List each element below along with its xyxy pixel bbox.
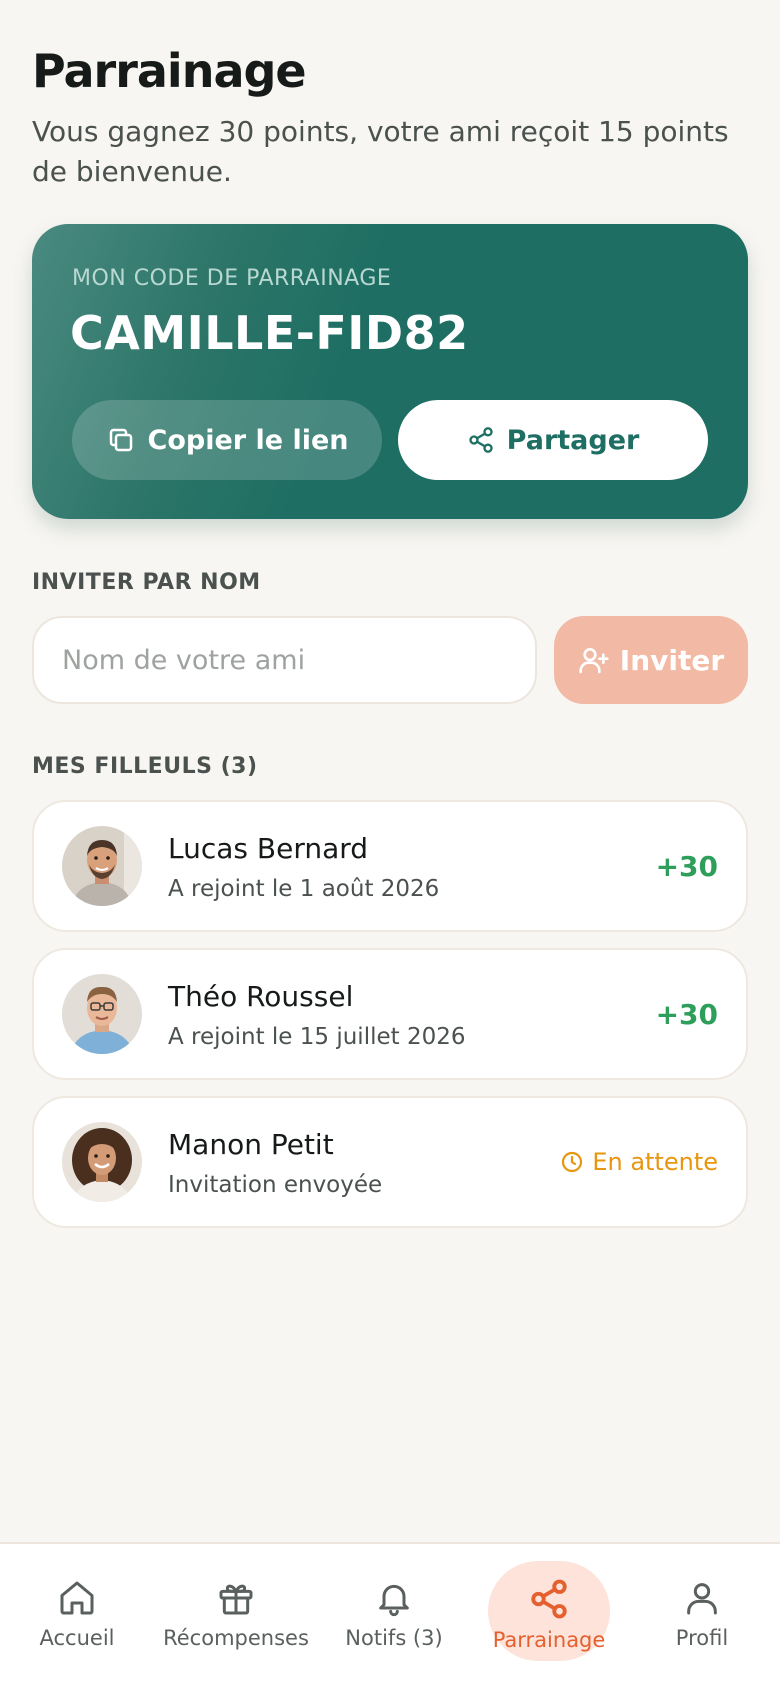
share-label: Partager [506, 424, 640, 456]
invite-button[interactable]: Inviter [554, 616, 748, 704]
home-icon [57, 1578, 97, 1618]
invite-button-label: Inviter [619, 643, 725, 677]
nav-label: Parrainage [492, 1628, 606, 1652]
referral-subtitle: A rejoint le 1 août 2026 [168, 876, 440, 902]
referral-name: Lucas Bernard [168, 832, 369, 865]
nav-item-accueil[interactable]: Accueil [22, 1544, 132, 1664]
nav-item-notifs[interactable]: Notifs (3) [334, 1544, 454, 1664]
referral-code-card: MON CODE DE PARRAINAGE CAMILLE-FID82 Cop… [32, 224, 748, 519]
bottom-nav: Accueil Récompenses Notifs (3) Parrainag… [0, 1542, 780, 1688]
nav-item-profil[interactable]: Profil [652, 1544, 752, 1664]
referral-name: Manon Petit [168, 1128, 334, 1161]
nav-label: Accueil [39, 1626, 115, 1650]
invite-section-label: INVITER PAR NOM [32, 570, 261, 595]
referral-screen: Parrainage Vous gagnez 30 points, votre … [0, 0, 780, 1688]
share-icon [528, 1578, 570, 1620]
referral-item[interactable]: Manon Petit Invitation envoyée En attent… [32, 1096, 748, 1228]
user-plus-icon [578, 644, 610, 676]
page-subtitle: Vous gagnez 30 points, votre ami reçoit … [32, 115, 729, 188]
share-icon [467, 426, 495, 454]
copy-link-button[interactable]: Copier le lien [72, 400, 382, 480]
referral-subtitle: A rejoint le 15 juillet 2026 [168, 1024, 466, 1050]
referral-points-badge: +30 [655, 850, 718, 883]
copy-icon [106, 425, 136, 455]
referral-item[interactable]: Lucas Bernard A rejoint le 1 août 2026 +… [32, 800, 748, 932]
referral-item[interactable]: Théo Roussel A rejoint le 15 juillet 202… [32, 948, 748, 1080]
share-button[interactable]: Partager [398, 400, 708, 480]
friend-name-input[interactable] [32, 616, 537, 704]
avatar [62, 826, 142, 906]
avatar [62, 974, 142, 1054]
referral-points-badge: +30 [655, 998, 718, 1031]
page-title: Parrainage [32, 44, 307, 98]
user-icon [682, 1578, 722, 1618]
nav-label: Récompenses [163, 1626, 309, 1650]
referrals-section-label: MES FILLEULS (3) [32, 754, 258, 779]
clock-icon [560, 1150, 584, 1174]
pending-label: En attente [592, 1148, 718, 1176]
avatar [62, 1122, 142, 1202]
bell-icon [374, 1578, 414, 1618]
referral-subtitle: Invitation envoyée [168, 1172, 383, 1198]
referral-code-value: CAMILLE-FID82 [70, 306, 469, 360]
nav-label: Profil [675, 1626, 729, 1650]
referral-name: Théo Roussel [168, 980, 354, 1013]
referral-code-label: MON CODE DE PARRAINAGE [72, 266, 392, 291]
referral-pending-badge: En attente [560, 1148, 718, 1176]
nav-item-recompenses[interactable]: Récompenses [156, 1544, 316, 1664]
copy-link-label: Copier le lien [147, 424, 349, 456]
nav-item-parrainage[interactable]: Parrainage [484, 1544, 614, 1664]
gift-icon [216, 1578, 256, 1618]
nav-label: Notifs (3) [345, 1626, 443, 1650]
